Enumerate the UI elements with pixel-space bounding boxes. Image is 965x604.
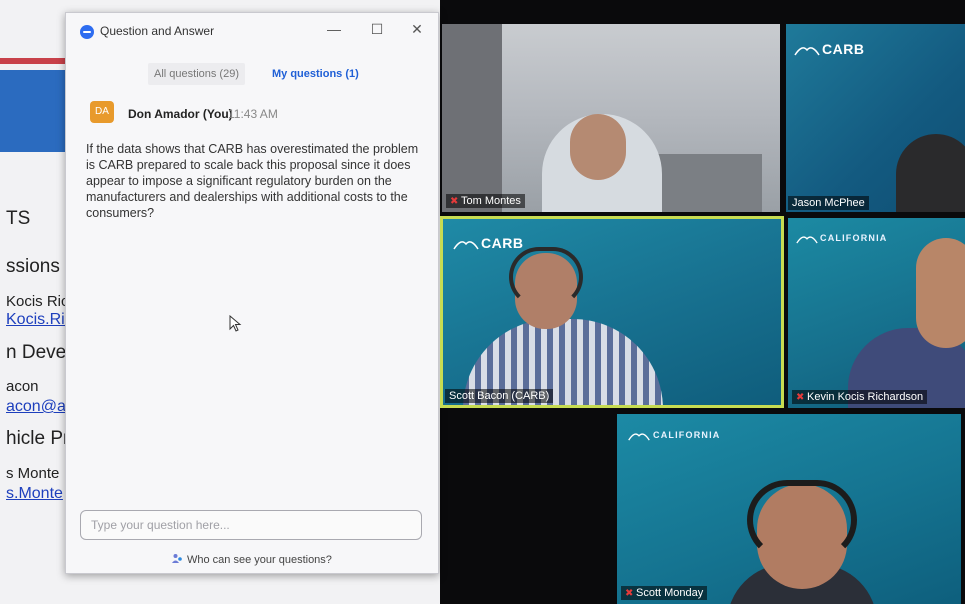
video-tile-scott-monday[interactable]: CALIFORNIA ✖ Scott Monday xyxy=(617,414,961,604)
carb-logo-text: CARB xyxy=(822,41,865,57)
question-author: Don Amador (You) xyxy=(128,107,233,121)
headset-icon xyxy=(747,480,857,560)
close-button[interactable]: ✕ xyxy=(404,19,430,39)
carb-logo-icon xyxy=(794,47,820,56)
visibility-info-label: Who can see your questions? xyxy=(187,554,332,566)
california-logo-text: CALIFORNIA xyxy=(653,430,721,440)
tab-all-questions[interactable]: All questions (29) xyxy=(148,63,245,85)
question-time: 11:43 AM xyxy=(228,107,278,121)
window-title: Question and Answer xyxy=(100,24,215,38)
muted-mic-icon: ✖ xyxy=(796,392,805,403)
california-arb-logo-icon xyxy=(796,236,818,244)
qa-titlebar[interactable]: Question and Answer — ☐ ✕ xyxy=(66,13,438,45)
muted-mic-icon: ✖ xyxy=(625,588,634,599)
slide-text-line: acon xyxy=(6,378,39,395)
video-tile-kevin-kocis-richardson[interactable]: CALIFORNIA ✖ Kevin Kocis Richardson xyxy=(788,218,965,408)
mouse-pointer-icon xyxy=(229,315,242,332)
slide-blue-block xyxy=(0,70,70,152)
participant-name-tag: Jason McPhee xyxy=(788,196,869,210)
muted-mic-icon: ✖ xyxy=(450,196,459,207)
participant-silhouette xyxy=(896,134,965,212)
qa-tabs: All questions (29) My questions (1) xyxy=(66,63,438,85)
participant-face xyxy=(916,238,965,348)
slide-accent-bar xyxy=(0,58,70,64)
office-wall xyxy=(442,24,502,212)
qa-window: Question and Answer — ☐ ✕ All questions … xyxy=(65,12,439,574)
slide-text-line: TS xyxy=(6,208,31,229)
minimize-button[interactable]: — xyxy=(321,19,347,39)
video-tile-jason-mcphee[interactable]: CARB Jason McPhee xyxy=(786,24,965,212)
slide-link[interactable]: s.Monte xyxy=(6,485,63,503)
zoom-app-icon xyxy=(80,25,94,39)
question-input[interactable] xyxy=(81,511,421,539)
question-input-box[interactable] xyxy=(80,510,422,540)
participant-name-tag: ✖ Kevin Kocis Richardson xyxy=(792,390,928,404)
visibility-info-link[interactable]: Who can see your questions? xyxy=(172,553,332,566)
slide-text-line: Kocis Ric xyxy=(6,293,69,310)
question-text: If the data shows that CARB has overesti… xyxy=(86,142,419,220)
california-arb-logo-icon xyxy=(628,433,650,441)
california-logo-text: CALIFORNIA xyxy=(820,233,888,243)
people-icon xyxy=(172,554,182,563)
maximize-button[interactable]: ☐ xyxy=(364,19,390,39)
avatar: DA xyxy=(90,101,114,123)
carb-logo-text: CARB xyxy=(481,235,524,251)
slide-text-line: n Devel xyxy=(6,342,71,363)
participant-name-tag: ✖ Tom Montes xyxy=(446,194,525,208)
participant-name-tag: ✖ Scott Monday xyxy=(621,586,708,600)
participant-face xyxy=(570,114,626,180)
carb-logo-icon xyxy=(453,241,479,250)
headset-icon xyxy=(509,247,583,307)
slide-text-line: s Monte xyxy=(6,465,60,482)
participant-name-tag: Scott Bacon (CARB) xyxy=(445,389,554,403)
video-tile-scott-bacon[interactable]: CARB Scott Bacon (CARB) xyxy=(440,216,784,408)
slide-link[interactable]: acon@a xyxy=(6,398,66,416)
tab-my-questions[interactable]: My questions (1) xyxy=(270,63,361,85)
video-tile-tom-montes[interactable]: ✖ Tom Montes xyxy=(442,24,780,212)
